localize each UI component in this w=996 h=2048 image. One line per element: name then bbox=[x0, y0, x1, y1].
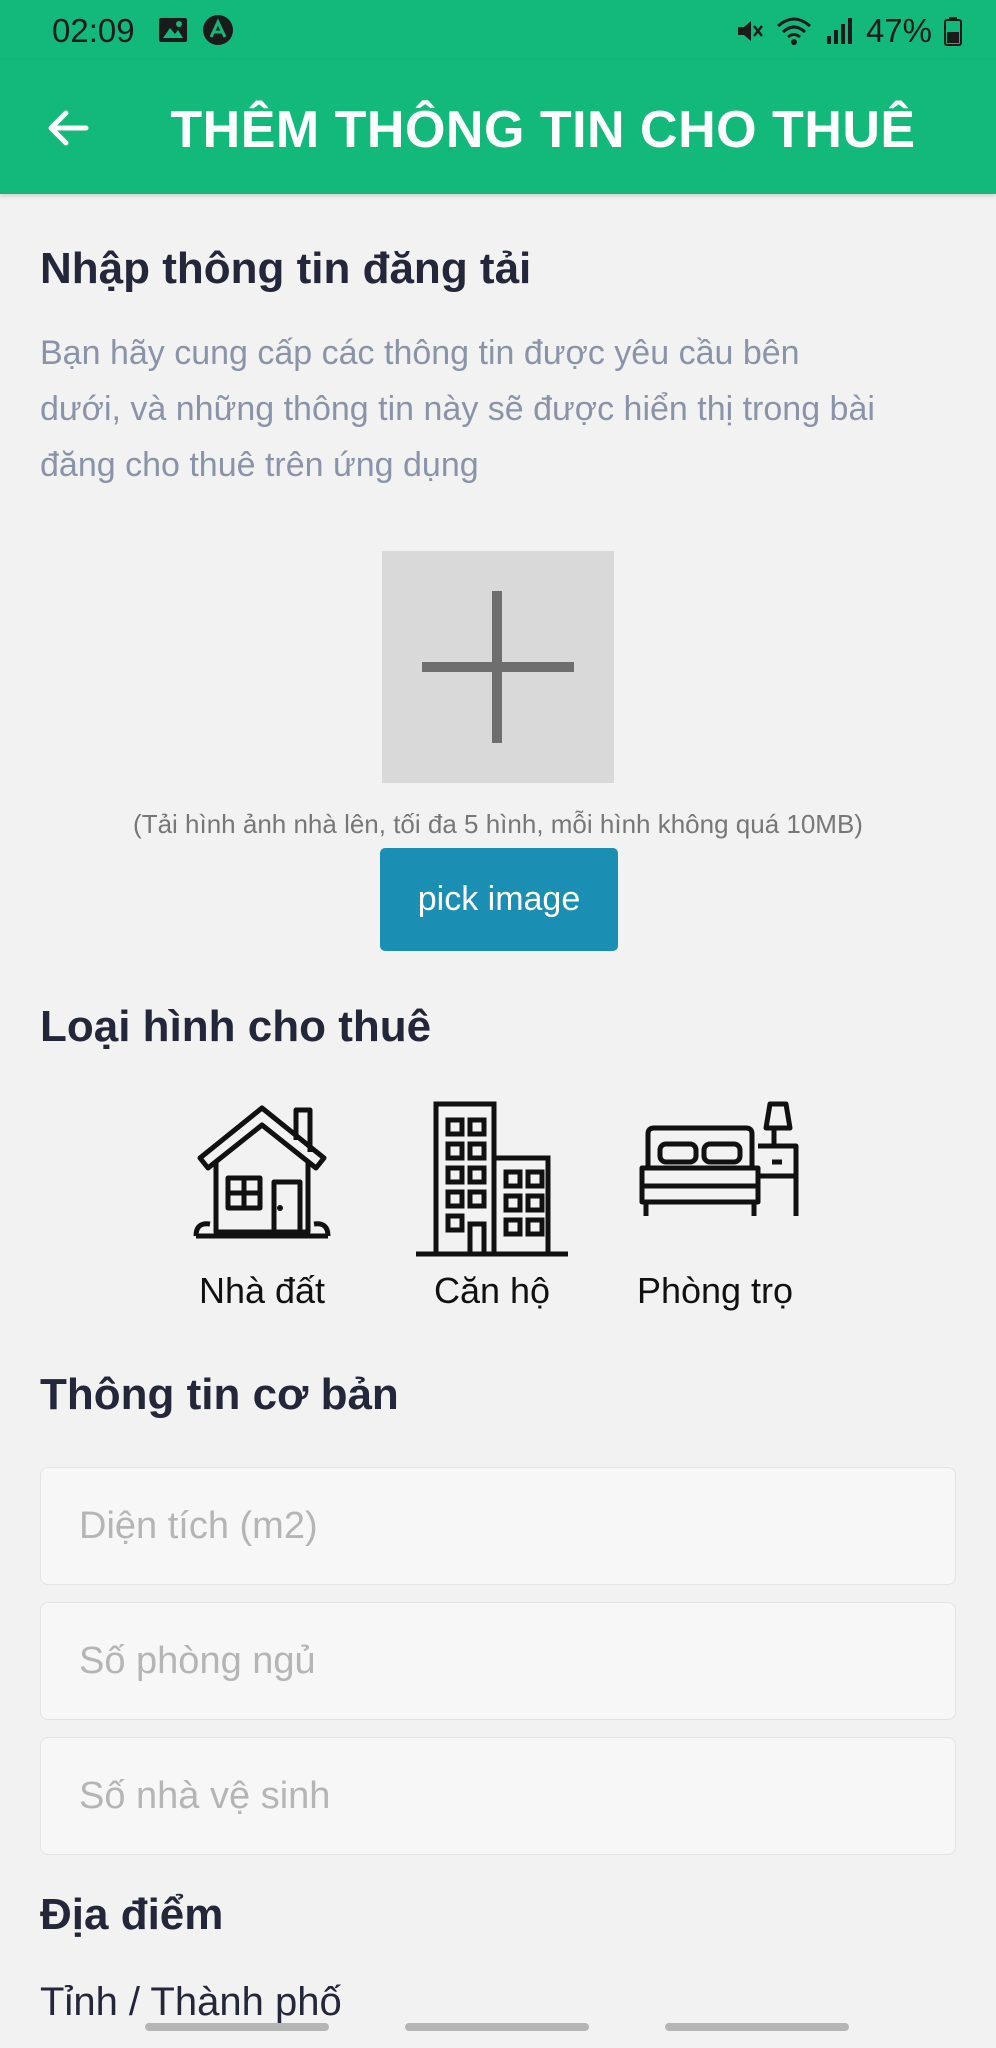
bedrooms-input[interactable] bbox=[41, 1603, 955, 1719]
battery-percent: 47% bbox=[865, 12, 932, 49]
app-notification-icon bbox=[203, 15, 233, 45]
page-title: THÊM THÔNG TIN CHO THUÊ bbox=[170, 101, 916, 159]
add-image-placeholder[interactable] bbox=[382, 551, 614, 783]
house-icon bbox=[193, 1105, 331, 1239]
status-time: 02:09 bbox=[52, 12, 135, 49]
rental-type-label: Phòng trọ bbox=[636, 1270, 794, 1311]
intro-line-2: dưới, và những thông tin này sẽ được hiể… bbox=[40, 390, 875, 428]
nav-handle[interactable] bbox=[405, 2023, 589, 2031]
bathrooms-field[interactable] bbox=[40, 1737, 956, 1855]
basic-info-title: Thông tin cơ bản bbox=[40, 1370, 399, 1419]
area-field[interactable] bbox=[40, 1467, 956, 1585]
rental-type-label: Căn hộ bbox=[433, 1270, 551, 1311]
intro-title: Nhập thông tin đăng tải bbox=[40, 244, 532, 293]
system-status: 47% bbox=[734, 12, 962, 50]
rental-type-title: Loại hình cho thuê bbox=[40, 1002, 432, 1051]
nav-handle[interactable] bbox=[665, 2023, 849, 2031]
status-bar: 02:09 47% bbox=[0, 0, 996, 60]
intro-line-3: đăng cho thuê trên ứng dụng bbox=[40, 446, 479, 484]
pick-image-button[interactable]: pick image bbox=[380, 848, 618, 951]
rental-type-room[interactable]: Phòng trọ bbox=[615, 1098, 815, 1312]
plus-icon-bar bbox=[422, 662, 574, 672]
app-bar: THÊM THÔNG TIN CHO THUÊ bbox=[0, 60, 996, 194]
rental-type-apartment[interactable]: Căn hộ bbox=[392, 1098, 592, 1312]
signal-icon bbox=[826, 18, 852, 44]
mute-icon bbox=[737, 21, 763, 41]
bathrooms-input[interactable] bbox=[41, 1738, 955, 1854]
rental-type-label: Nhà đất bbox=[198, 1270, 326, 1311]
area-input[interactable] bbox=[41, 1468, 955, 1584]
nav-handle[interactable] bbox=[145, 2023, 329, 2031]
location-title: Địa điểm bbox=[40, 1890, 224, 1939]
gallery-notification-icon bbox=[159, 18, 187, 42]
wifi-icon bbox=[776, 17, 811, 45]
notification-icons bbox=[158, 14, 234, 46]
apartment-building-icon bbox=[416, 1101, 568, 1257]
intro-line-1: Bạn hãy cung cấp các thông tin được yêu … bbox=[40, 334, 800, 372]
rental-type-house[interactable]: Nhà đất bbox=[162, 1098, 362, 1312]
bedrooms-field[interactable] bbox=[40, 1602, 956, 1720]
upload-hint: (Tải hình ảnh nhà lên, tối đa 5 hình, mỗ… bbox=[133, 809, 863, 839]
bedroom-icon bbox=[639, 1101, 799, 1216]
battery-icon bbox=[944, 17, 962, 46]
province-label: Tỉnh / Thành phố bbox=[40, 1980, 342, 2024]
